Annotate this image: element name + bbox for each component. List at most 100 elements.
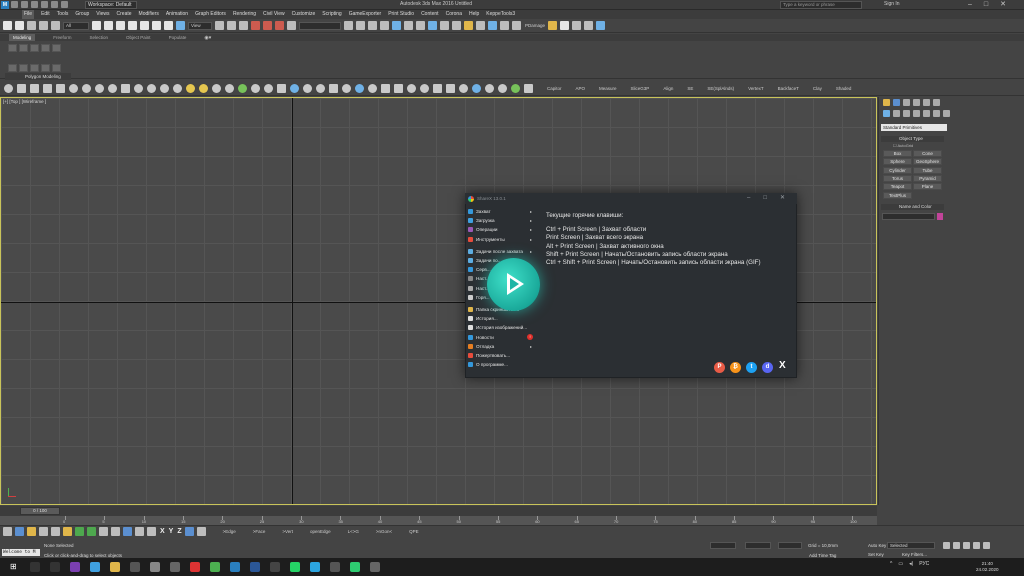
refresh-icon[interactable] <box>485 84 494 93</box>
render-in-cloud-icon[interactable] <box>488 21 497 30</box>
walk-icon[interactable] <box>15 527 24 536</box>
cylinder-button[interactable]: Cylinder <box>883 167 912 174</box>
scale-icon[interactable] <box>164 21 173 30</box>
sun-icon[interactable] <box>199 84 208 93</box>
ribbon-button[interactable] <box>41 44 50 52</box>
object-name-field[interactable] <box>882 213 935 220</box>
a360-gallery-icon[interactable] <box>500 21 509 30</box>
camera-app-icon[interactable] <box>370 562 380 572</box>
save-file-icon[interactable] <box>31 1 38 8</box>
isolate-icon[interactable] <box>39 527 48 536</box>
renderable-spline-icon[interactable] <box>329 84 338 93</box>
ngon-tool[interactable]: >nGon< <box>376 529 392 534</box>
script-icon[interactable] <box>63 527 72 536</box>
vert-tool[interactable]: >Vert <box>282 529 293 534</box>
bevel-icon[interactable] <box>368 84 377 93</box>
pivot-center-icon[interactable] <box>215 21 224 30</box>
close-icon[interactable]: ✕ <box>1000 0 1006 8</box>
leaf-icon[interactable] <box>75 527 84 536</box>
app-purple-icon[interactable] <box>70 562 80 572</box>
bitcoin-icon[interactable]: ₿ <box>730 362 741 373</box>
app-logo-icon[interactable]: M <box>1 1 9 9</box>
twitter-icon[interactable]: t <box>746 362 757 373</box>
close-icon[interactable]: ✕ <box>780 194 785 201</box>
align-icon[interactable] <box>356 21 365 30</box>
geosphere-button[interactable]: GeoSphere <box>913 158 942 165</box>
lights-icon[interactable] <box>903 110 910 117</box>
volume-icon[interactable]: ◂) <box>909 561 913 567</box>
open-file-icon[interactable] <box>21 1 28 8</box>
curve-editor-icon[interactable] <box>404 21 413 30</box>
bone-icon[interactable] <box>264 84 273 93</box>
torus-icon[interactable] <box>134 84 143 93</box>
new-file-icon[interactable] <box>11 1 18 8</box>
tab-selection[interactable]: Selection <box>90 34 109 41</box>
file-explorer-icon[interactable] <box>110 562 120 572</box>
menu-civil-view[interactable]: Civil View <box>263 10 285 19</box>
keyboard-shortcut-override-icon[interactable] <box>239 21 248 30</box>
whatsapp-icon[interactable] <box>290 562 300 572</box>
sharex-menu-item[interactable]: Захват ▸ <box>466 207 538 216</box>
ribbon-button[interactable] <box>30 44 39 52</box>
particle-icon[interactable] <box>316 84 325 93</box>
helpers-icon[interactable] <box>923 110 930 117</box>
wave-icon[interactable] <box>225 84 234 93</box>
chamfer-icon[interactable] <box>420 84 429 93</box>
grid-icon[interactable] <box>30 84 39 93</box>
angle-snap-icon[interactable] <box>263 21 272 30</box>
minimize-icon[interactable]: – <box>747 195 750 201</box>
corona-icon[interactable] <box>512 21 521 30</box>
torus-button[interactable]: Torus <box>883 175 912 182</box>
patreon-icon[interactable]: P <box>714 362 725 373</box>
z-coordinate-field[interactable] <box>778 542 802 549</box>
cone-button[interactable]: Cone <box>913 150 942 157</box>
lg-tool[interactable]: L<>G <box>348 529 359 534</box>
sharex-menu-item[interactable]: Отладка ▸ <box>466 342 538 351</box>
ribbon-button[interactable] <box>8 44 17 52</box>
se-splalnds-button[interactable]: SE(SplAlnds) <box>707 86 734 91</box>
modifier-icon[interactable] <box>277 84 286 93</box>
mirror-icon[interactable] <box>344 21 353 30</box>
render-iterative-icon[interactable] <box>476 21 485 30</box>
material-icon[interactable] <box>69 84 78 93</box>
set-key-button[interactable]: Set Key <box>868 552 884 557</box>
undo-icon[interactable] <box>3 21 12 30</box>
menu-modifiers[interactable]: Modifiers <box>139 10 159 19</box>
layer-icon[interactable] <box>56 84 65 93</box>
sharex-menu-item[interactable]: Инструменты ▸ <box>466 235 538 244</box>
sharex-menu-item[interactable]: История изображений... <box>466 323 538 332</box>
ribbon-button[interactable] <box>19 64 28 72</box>
textplus-button[interactable]: TextPlus <box>883 192 912 199</box>
add-icon[interactable] <box>560 21 570 30</box>
frame-icon[interactable] <box>446 84 455 93</box>
menu-group[interactable]: Group <box>75 10 89 19</box>
rendered-frame-window-icon[interactable] <box>452 21 461 30</box>
windows-start-icon[interactable]: ⊞ <box>10 562 20 572</box>
name-and-color-rollout[interactable]: Name and Color <box>881 204 944 210</box>
tray-arrow-icon[interactable]: ^ <box>890 561 892 567</box>
apo-button[interactable]: APO <box>576 86 586 91</box>
pdamage-label[interactable]: PDamage <box>525 23 545 28</box>
viewport-icon[interactable] <box>524 84 533 93</box>
r-tool-icon[interactable] <box>123 527 132 536</box>
edge-browser-icon[interactable] <box>90 562 100 572</box>
array-icon[interactable] <box>433 84 442 93</box>
menu-edit[interactable]: Edit <box>41 10 50 19</box>
mesh-icon[interactable] <box>111 527 120 536</box>
goto-start-icon[interactable] <box>943 542 950 549</box>
tab-object-paint[interactable]: Object Paint <box>126 34 151 41</box>
bulb-icon[interactable] <box>459 84 468 93</box>
photoshop-icon[interactable] <box>250 562 260 572</box>
xy-constraint-icon[interactable] <box>184 527 194 536</box>
maximize-icon[interactable]: □ <box>763 195 767 201</box>
ribbon-button[interactable] <box>52 44 61 52</box>
pyramid-button[interactable]: Pyramid <box>913 175 942 182</box>
tab-freeform[interactable]: Freeform <box>53 34 71 41</box>
create-tab-icon[interactable] <box>883 99 890 106</box>
key-selection-dropdown[interactable]: Selected <box>887 542 935 549</box>
face-tool[interactable]: >Face <box>253 529 266 534</box>
search-input[interactable]: Type a keyword or phrase <box>780 1 862 9</box>
hierarchy-tab-icon[interactable] <box>903 99 910 106</box>
autogrid-checkbox[interactable]: ☐ AutoGrid <box>893 143 913 148</box>
se-button[interactable]: SE <box>687 86 693 91</box>
